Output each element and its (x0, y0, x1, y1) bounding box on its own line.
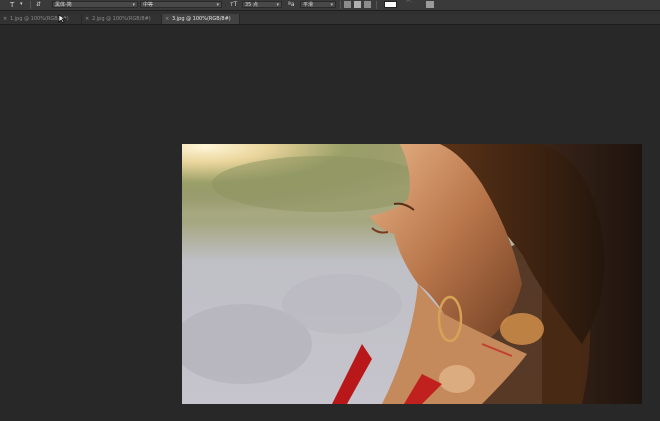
tab-3-jpg[interactable]: × 3.jpg @ 100%(RGB/8#) (162, 14, 240, 24)
close-icon[interactable]: × (3, 14, 10, 24)
font-size-select[interactable]: 35 点 ▾ (242, 1, 282, 8)
font-style-value: 中等 (143, 2, 154, 8)
font-family-select[interactable]: 黑体-简 ▾ (52, 1, 138, 8)
align-right-icon[interactable] (364, 1, 371, 8)
tab-2-jpg[interactable]: × 2.jpg @ 100%(RGB/8#) (82, 14, 162, 24)
font-size-icon: ᴛT (230, 1, 238, 8)
document-image-3-jpg[interactable] (182, 144, 642, 404)
mouse-pointer-icon (58, 14, 66, 24)
type-tool-icon[interactable]: T (10, 1, 14, 9)
tab-1-jpg[interactable]: × 1.jpg @ 100%(RGB/8#) (0, 14, 82, 24)
chevron-down-icon: ▾ (276, 2, 279, 8)
close-icon[interactable]: × (85, 14, 92, 24)
anti-alias-value: 平滑 (303, 2, 314, 8)
font-size-value: 35 点 (245, 2, 258, 8)
document-tab-bar: × 1.jpg @ 100%(RGB/8#) × 2.jpg @ 100%(RGB/… (0, 14, 660, 25)
close-icon[interactable]: × (165, 14, 172, 24)
text-color-swatch[interactable] (384, 1, 397, 8)
anti-alias-icon: ªa (288, 1, 295, 8)
text-orientation-icon[interactable]: ⇵ (36, 1, 41, 8)
tab-label: 3.jpg @ 100%(RGB/8#) (172, 16, 231, 22)
tool-preset-caret-icon[interactable]: ▾ (20, 1, 23, 8)
font-style-select[interactable]: 中等 ▾ (140, 1, 222, 8)
anti-alias-select[interactable]: 平滑 ▾ (300, 1, 336, 8)
align-left-icon[interactable] (344, 1, 351, 8)
align-center-icon[interactable] (354, 1, 361, 8)
character-panel-icon[interactable] (426, 1, 434, 8)
tab-label: 2.jpg @ 100%(RGB/8#) (92, 16, 151, 22)
font-family-value: 黑体-简 (55, 2, 72, 8)
warp-text-icon[interactable]: ⌒ (406, 1, 411, 8)
portrait-photo-image (182, 144, 642, 404)
chevron-down-icon: ▾ (330, 2, 333, 8)
options-bar: T ▾ ⇵ 黑体-简 ▾ 中等 ▾ ᴛT 35 点 ▾ ªa 平滑 ▾ ⌒ (0, 0, 660, 11)
chevron-down-icon: ▾ (132, 2, 135, 8)
chevron-down-icon: ▾ (216, 2, 219, 8)
